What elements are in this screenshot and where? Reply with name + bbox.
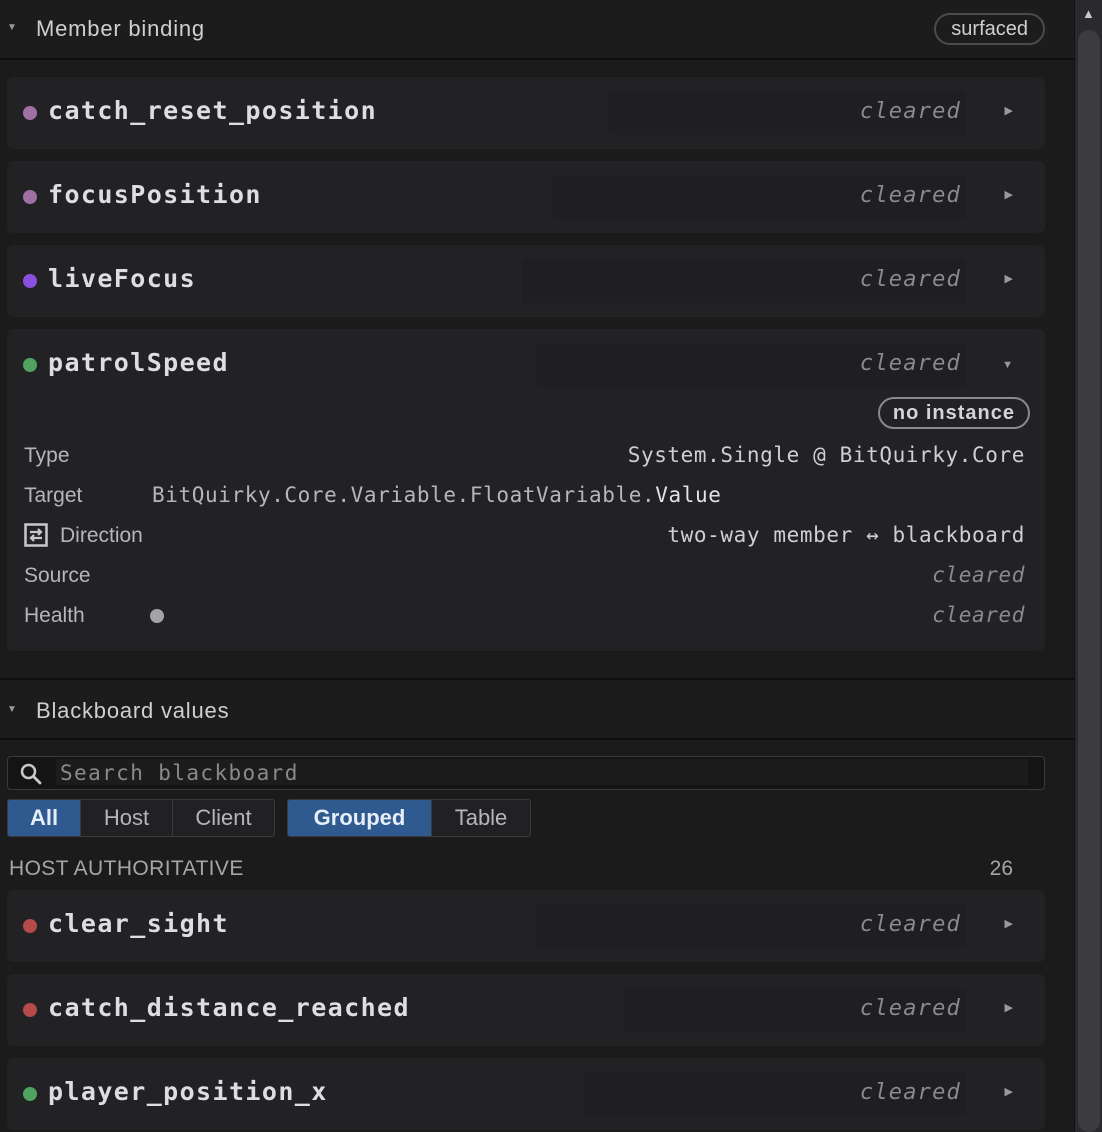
- expand-chevron-icon[interactable]: ▶: [1005, 104, 1013, 117]
- member-binding-header[interactable]: ▼ Member binding surfaced: [0, 0, 1074, 60]
- search-box[interactable]: [7, 756, 1045, 790]
- filter-client[interactable]: Client: [173, 800, 274, 836]
- detail-value: System.Single @ BitQuirky.Core: [627, 443, 1025, 467]
- detail-value: two-way member ↔ blackboard: [667, 523, 1025, 547]
- binding-value: cleared: [859, 99, 961, 124]
- detail-value: BitQuirky.Core.Variable.FloatVariable.Va…: [152, 483, 721, 507]
- blackboard-key: clear_sight: [48, 909, 229, 938]
- expand-chevron-icon[interactable]: ▶: [1005, 272, 1013, 285]
- blackboard-row[interactable]: player_position_x cleared ▶: [7, 1058, 1045, 1130]
- binding-name: catch_reset_position: [48, 96, 378, 125]
- scrollbar-thumb[interactable]: [1078, 30, 1100, 1132]
- binding-value: cleared: [859, 267, 961, 292]
- target-member: Value: [655, 483, 722, 507]
- binding-name: liveFocus: [48, 264, 197, 293]
- instance-status-badge: no instance: [877, 397, 1030, 429]
- status-dot: [23, 358, 37, 372]
- two-way-direction-icon: [24, 523, 48, 547]
- status-dot: [23, 1087, 37, 1101]
- blackboard-value: cleared: [859, 996, 961, 1021]
- filter-host[interactable]: Host: [81, 800, 173, 836]
- expand-chevron-icon[interactable]: ▶: [1005, 1001, 1013, 1014]
- binding-value: cleared: [859, 351, 961, 376]
- blackboard-row[interactable]: clear_sight cleared ▶: [7, 890, 1045, 962]
- expand-chevron-icon[interactable]: ▶: [1005, 188, 1013, 201]
- expand-chevron-icon[interactable]: ▶: [1005, 1085, 1013, 1098]
- status-dot: [23, 106, 37, 120]
- detail-value: cleared: [932, 603, 1025, 627]
- collapse-arrow-icon[interactable]: ▼: [7, 22, 17, 33]
- section-title: Blackboard values: [36, 698, 230, 723]
- detail-type: Type System.Single @ BitQuirky.Core: [24, 441, 1028, 471]
- surfaced-badge: surfaced: [934, 13, 1045, 45]
- detail-label: Source: [24, 564, 91, 587]
- binding-row-expanded[interactable]: patrolSpeed cleared ▼ no instance Type S…: [7, 329, 1045, 651]
- health-status-dot: [150, 609, 164, 623]
- binding-row[interactable]: catch_reset_position cleared ▶: [7, 77, 1045, 149]
- binding-row[interactable]: liveFocus cleared ▶: [7, 245, 1045, 317]
- expand-chevron-icon[interactable]: ▶: [1005, 917, 1013, 930]
- status-dot: [23, 1003, 37, 1017]
- authority-filter[interactable]: All Host Client: [7, 799, 275, 837]
- detail-target: Target BitQuirky.Core.Variable.FloatVari…: [24, 481, 1028, 511]
- group-label: HOST AUTHORITATIVE: [9, 857, 244, 880]
- collapse-arrow-icon[interactable]: ▼: [7, 704, 17, 715]
- scroll-up-arrow-icon[interactable]: ▲: [1082, 6, 1095, 21]
- view-mode-toggle[interactable]: Grouped Table: [287, 799, 531, 837]
- detail-health: Health cleared: [24, 601, 1028, 631]
- detail-source: Source cleared: [24, 561, 1028, 591]
- binding-value: cleared: [859, 183, 961, 208]
- status-dot: [23, 919, 37, 933]
- blackboard-value: cleared: [859, 912, 961, 937]
- binding-name: focusPosition: [48, 180, 262, 209]
- vertical-scrollbar[interactable]: ▲: [1074, 0, 1102, 1132]
- detail-label: Type: [24, 444, 70, 467]
- collapse-chevron-icon[interactable]: ▼: [1002, 359, 1013, 371]
- view-grouped[interactable]: Grouped: [288, 800, 432, 836]
- blackboard-value: cleared: [859, 1080, 961, 1105]
- blackboard-header[interactable]: ▼ Blackboard values: [0, 678, 1074, 740]
- detail-label: Health: [24, 604, 85, 627]
- search-icon: [20, 763, 42, 785]
- status-dot: [23, 274, 37, 288]
- section-title: Member binding: [36, 16, 205, 41]
- detail-label: Direction: [60, 524, 143, 547]
- detail-value: cleared: [932, 563, 1025, 587]
- group-count: 26: [989, 857, 1013, 880]
- view-table[interactable]: Table: [432, 800, 530, 836]
- detail-label: Target: [24, 484, 83, 507]
- inspector-panel: ▼ Member binding surfaced catch_reset_po…: [0, 0, 1074, 1132]
- blackboard-key: player_position_x: [48, 1077, 328, 1106]
- binding-name: patrolSpeed: [48, 348, 229, 377]
- target-path: BitQuirky.Core.Variable.FloatVariable.: [152, 483, 656, 507]
- detail-direction: Direction two-way member ↔ blackboard: [24, 521, 1028, 551]
- status-dot: [23, 190, 37, 204]
- blackboard-key: catch_distance_reached: [48, 993, 410, 1022]
- binding-row[interactable]: focusPosition cleared ▶: [7, 161, 1045, 233]
- search-input[interactable]: [58, 759, 1022, 787]
- filter-all[interactable]: All: [8, 800, 81, 836]
- blackboard-row[interactable]: catch_distance_reached cleared ▶: [7, 974, 1045, 1046]
